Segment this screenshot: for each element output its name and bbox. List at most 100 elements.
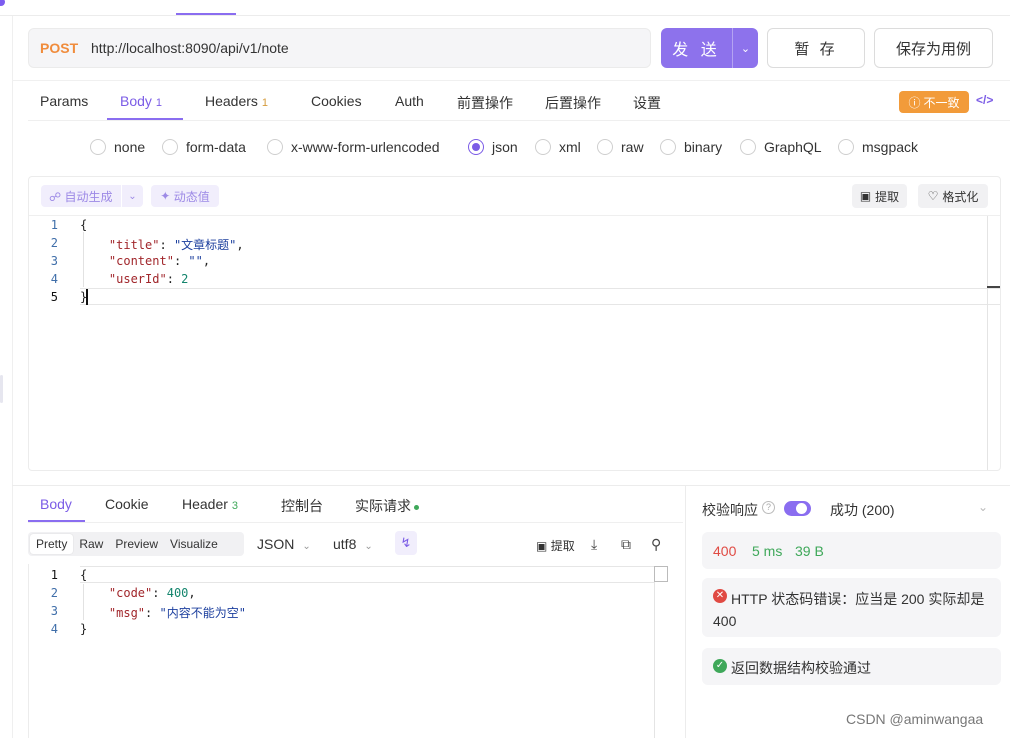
tab-auth[interactable]: Auth (395, 93, 424, 109)
tab-pre-operations[interactable]: 前置操作 (457, 93, 513, 113)
view-mode-pretty[interactable]: Pretty (30, 534, 74, 554)
code-token: "code" (108, 586, 153, 600)
auto-generate-button[interactable]: ☍ 自动生成 ⌄ (41, 185, 143, 207)
radio[interactable] (535, 139, 551, 155)
tab-settings[interactable]: 设置 (633, 93, 661, 113)
tab-post-operations[interactable]: 后置操作 (545, 93, 601, 113)
url-input[interactable]: http://localhost:8090/api/v1/note (91, 40, 289, 56)
radio[interactable] (162, 139, 178, 155)
encoding-select-value: utf8 (333, 536, 357, 552)
search-icon[interactable]: ⚲ (651, 536, 661, 553)
code-token: "文章标题" (173, 238, 237, 252)
body-type-binary[interactable]: binary (660, 139, 722, 155)
view-mode-preview[interactable]: Preview (109, 534, 164, 554)
scrollbar-thumb[interactable] (654, 566, 668, 582)
body-type-form-data[interactable]: form-data (162, 139, 246, 155)
tab-response-cookie[interactable]: Cookie (105, 496, 149, 512)
tab-label: 设置 (633, 95, 661, 111)
radio[interactable] (660, 139, 676, 155)
extract-icon: ▣ (536, 539, 548, 553)
chevron-down-icon[interactable]: ⌄ (978, 500, 988, 514)
tab-response-body[interactable]: Body (40, 496, 72, 512)
body-type-x-www-form-urlencoded[interactable]: x-www-form-urlencoded (267, 139, 440, 155)
code-token: : (159, 238, 174, 252)
body-type-raw[interactable]: raw (597, 139, 644, 155)
wrap-icon[interactable]: ↯ (395, 531, 417, 555)
body-type-label: raw (621, 139, 644, 155)
top-active-tab-indicator (176, 13, 236, 15)
code-token: , (202, 254, 211, 268)
tab-body[interactable]: Body 1 (120, 93, 162, 109)
tab-response-header[interactable]: Header 3 (182, 496, 238, 512)
tab-actual-request[interactable]: 实际请求 (355, 496, 419, 516)
warning-icon: ⓘ (908, 95, 921, 110)
radio[interactable] (267, 139, 283, 155)
tab-cookies[interactable]: Cookies (311, 93, 362, 109)
send-button-label: 发 送 (672, 42, 721, 59)
view-mode-visualize[interactable]: Visualize (164, 534, 224, 554)
view-mode-segmented[interactable]: Pretty Raw Preview Visualize (28, 532, 244, 556)
body-type-xml[interactable]: xml (535, 139, 581, 155)
code-icon[interactable]: </> (976, 93, 993, 107)
chevron-down-icon[interactable]: ⌄ (733, 42, 758, 55)
line-number: 1 (50, 218, 58, 232)
code-token: : (173, 254, 189, 268)
response-size: 39 B (795, 543, 824, 559)
response-scrollbar[interactable] (654, 566, 668, 738)
code-token: : (166, 272, 182, 286)
send-button[interactable]: 发 送 ⌄ (661, 28, 758, 68)
line-number: 4 (50, 622, 58, 636)
radio-checked[interactable] (468, 139, 484, 155)
copy-icon[interactable]: ⧉ (621, 536, 631, 553)
code-line: } (80, 622, 87, 636)
radio[interactable] (740, 139, 756, 155)
magic-wand-icon: ✦ (160, 189, 171, 203)
radio[interactable] (838, 139, 854, 155)
code-line: "title": "文章标题", (80, 236, 244, 253)
body-type-label: none (114, 139, 146, 155)
auto-generate-label: 自动生成 (64, 189, 113, 204)
code-line: "userId": 2 (80, 272, 188, 286)
tab-console[interactable]: 控制台 (281, 496, 323, 516)
validation-result[interactable]: 成功 (200) (830, 500, 895, 520)
method-selector[interactable]: POST (40, 40, 78, 56)
view-mode-raw[interactable]: Raw (73, 534, 109, 554)
current-line-highlight (80, 288, 1000, 305)
help-icon[interactable]: ? (762, 501, 775, 514)
stash-button[interactable]: 暂 存 (767, 28, 865, 68)
body-editor[interactable] (28, 176, 1001, 471)
watermark: CSDN @aminwangaa (846, 711, 984, 727)
code-token: } (80, 290, 88, 304)
mismatch-badge[interactable]: ⓘ 不一致 (899, 91, 969, 113)
save-as-case-button[interactable]: 保存为用例 (874, 28, 993, 68)
tab-label: Body (40, 496, 72, 512)
tab-badge: 3 (231, 500, 239, 512)
tab-params[interactable]: Params (40, 93, 88, 109)
radio[interactable] (90, 139, 106, 155)
mismatch-badge-label: 不一致 (923, 95, 960, 110)
line-number: 1 (50, 568, 58, 582)
tab-badge: 1 (155, 97, 163, 109)
code-line: "msg": "内容不能为空" (80, 604, 246, 621)
extract-label: 提取 (875, 189, 900, 204)
body-type-msgpack[interactable]: msgpack (838, 139, 918, 155)
tab-headers[interactable]: Headers 1 (205, 93, 268, 109)
code-token: : (152, 586, 167, 600)
body-type-json[interactable]: json (468, 139, 518, 155)
format-button[interactable]: ♡ 格式化 (918, 184, 988, 208)
chevron-down-icon: ⌄ (364, 541, 373, 552)
body-type-none[interactable]: none (90, 139, 145, 155)
body-type-label: msgpack (862, 139, 919, 155)
encoding-select[interactable]: utf8 ⌄ (333, 536, 373, 552)
format-select[interactable]: JSON ⌄ (257, 536, 311, 552)
sidebar-resize-handle[interactable] (0, 375, 3, 403)
radio[interactable] (597, 139, 613, 155)
response-extract-button[interactable]: ▣ 提取 (536, 537, 575, 554)
dynamic-value-button[interactable]: ✦ 动态值 (151, 185, 219, 207)
chevron-down-icon[interactable]: ⌄ (122, 191, 143, 202)
download-icon[interactable]: ⤓ (591, 536, 597, 553)
format-icon: ♡ (927, 189, 939, 203)
body-type-graphql[interactable]: GraphQL (740, 139, 822, 155)
editor-scrollbar[interactable] (987, 216, 988, 470)
extract-button[interactable]: ▣ 提取 (852, 184, 907, 208)
